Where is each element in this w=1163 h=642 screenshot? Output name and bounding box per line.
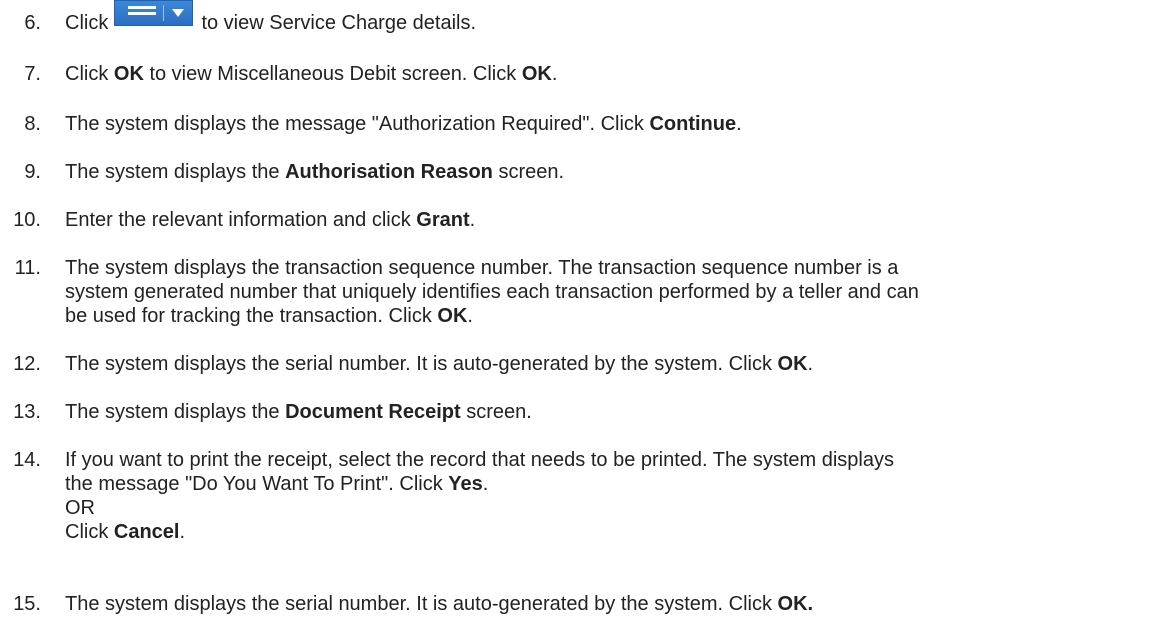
text: screen. bbox=[492, 161, 565, 183]
text: Enter the relevant information and click bbox=[65, 209, 417, 231]
text: The system displays the transaction sequ… bbox=[65, 257, 899, 279]
step-line: Click OK to view Miscellaneous Debit scr… bbox=[65, 62, 1125, 86]
text: . bbox=[807, 353, 814, 375]
text: to view Miscellaneous Debit screen. Clic… bbox=[143, 63, 522, 85]
step-number: 12. bbox=[13, 353, 41, 375]
step-line: OR bbox=[65, 496, 1125, 520]
text: The system displays the serial number. I… bbox=[65, 593, 778, 615]
step-text: The system displays the serial number. I… bbox=[65, 592, 1125, 616]
step-text: If you want to print the receipt, select… bbox=[65, 448, 1125, 544]
text: . bbox=[179, 521, 186, 543]
text: If you want to print the receipt, select… bbox=[65, 449, 894, 471]
text: Click bbox=[65, 12, 114, 34]
text: The system displays the bbox=[65, 161, 286, 183]
step-number: 15. bbox=[13, 593, 41, 615]
step-line: Click to view Service Charge details. bbox=[65, 0, 1125, 35]
bold-text: OK bbox=[521, 63, 552, 85]
bold-text: Yes bbox=[448, 473, 483, 495]
text: to view Service Charge details. bbox=[195, 12, 477, 34]
step-number: 11. bbox=[14, 257, 41, 279]
text: . bbox=[736, 113, 742, 135]
text: the message "Do You Want To Print". Clic… bbox=[65, 473, 449, 495]
step-text: The system displays the Document Receipt… bbox=[65, 400, 1125, 424]
step-number: 8. bbox=[24, 113, 41, 135]
bold-text: OK. bbox=[777, 593, 814, 615]
step-line: The system displays the Document Receipt… bbox=[65, 400, 1125, 424]
bold-text: Cancel bbox=[113, 521, 180, 543]
step-line: The system displays the Authorisation Re… bbox=[65, 160, 1125, 184]
text: . bbox=[467, 305, 473, 327]
text: The system displays the serial number. I… bbox=[65, 353, 778, 375]
text: Click bbox=[65, 521, 114, 543]
text: Click bbox=[65, 63, 114, 85]
step-text: The system displays the message "Authori… bbox=[65, 112, 1125, 136]
step-line: system generated number that uniquely id… bbox=[65, 280, 1125, 304]
step-text: Enter the relevant information and click… bbox=[65, 208, 1125, 232]
step-text: Click OK to view Miscellaneous Debit scr… bbox=[65, 62, 1125, 86]
text: . bbox=[482, 473, 489, 495]
step-line: The system displays the transaction sequ… bbox=[65, 256, 1125, 280]
step-number: 10. bbox=[13, 209, 41, 231]
step-text: The system displays the transaction sequ… bbox=[65, 256, 1125, 328]
bold-text: Grant bbox=[416, 209, 470, 231]
step-number: 7. bbox=[24, 63, 41, 85]
text: OR bbox=[65, 497, 95, 519]
step-line: be used for tracking the transaction. Cl… bbox=[65, 304, 1125, 328]
bold-text: OK bbox=[113, 63, 144, 85]
step-line: Enter the relevant information and click… bbox=[65, 208, 1125, 232]
text: . bbox=[551, 63, 558, 85]
step-line: Click Cancel. bbox=[65, 520, 1125, 544]
procedure-steps: 6. Click to view Service Charge details.… bbox=[0, 0, 1163, 642]
step-line: the message "Do You Want To Print". Clic… bbox=[65, 472, 1125, 496]
step-number: 9. bbox=[24, 161, 41, 183]
bold-text: Document Receipt bbox=[285, 401, 461, 423]
text: The system displays the bbox=[65, 401, 286, 423]
step-number: 14. bbox=[13, 449, 41, 471]
text: . bbox=[469, 209, 476, 231]
text: system generated number that uniquely id… bbox=[65, 281, 919, 303]
bold-text: OK bbox=[777, 353, 808, 375]
step-text: The system displays the serial number. I… bbox=[65, 352, 1125, 376]
step-number: 13. bbox=[13, 401, 41, 423]
step-line: The system displays the serial number. I… bbox=[65, 352, 1125, 376]
step-text: The system displays the Authorisation Re… bbox=[65, 160, 1125, 184]
bold-text: OK bbox=[437, 305, 468, 327]
step-line: If you want to print the receipt, select… bbox=[65, 448, 1125, 472]
bold-text: Authorisation Reason bbox=[285, 161, 493, 183]
text: screen. bbox=[460, 401, 532, 423]
bold-text: Continue bbox=[649, 113, 737, 135]
step-number: 6. bbox=[24, 12, 41, 34]
menu-dropdown-icon bbox=[113, 0, 193, 26]
text: The system displays the message "Authori… bbox=[65, 113, 650, 135]
step-line: The system displays the serial number. I… bbox=[65, 592, 1125, 616]
step-text: Click to view Service Charge details. bbox=[65, 0, 1125, 35]
step-line: The system displays the message "Authori… bbox=[65, 112, 1125, 136]
text: be used for tracking the transaction. Cl… bbox=[65, 305, 438, 327]
